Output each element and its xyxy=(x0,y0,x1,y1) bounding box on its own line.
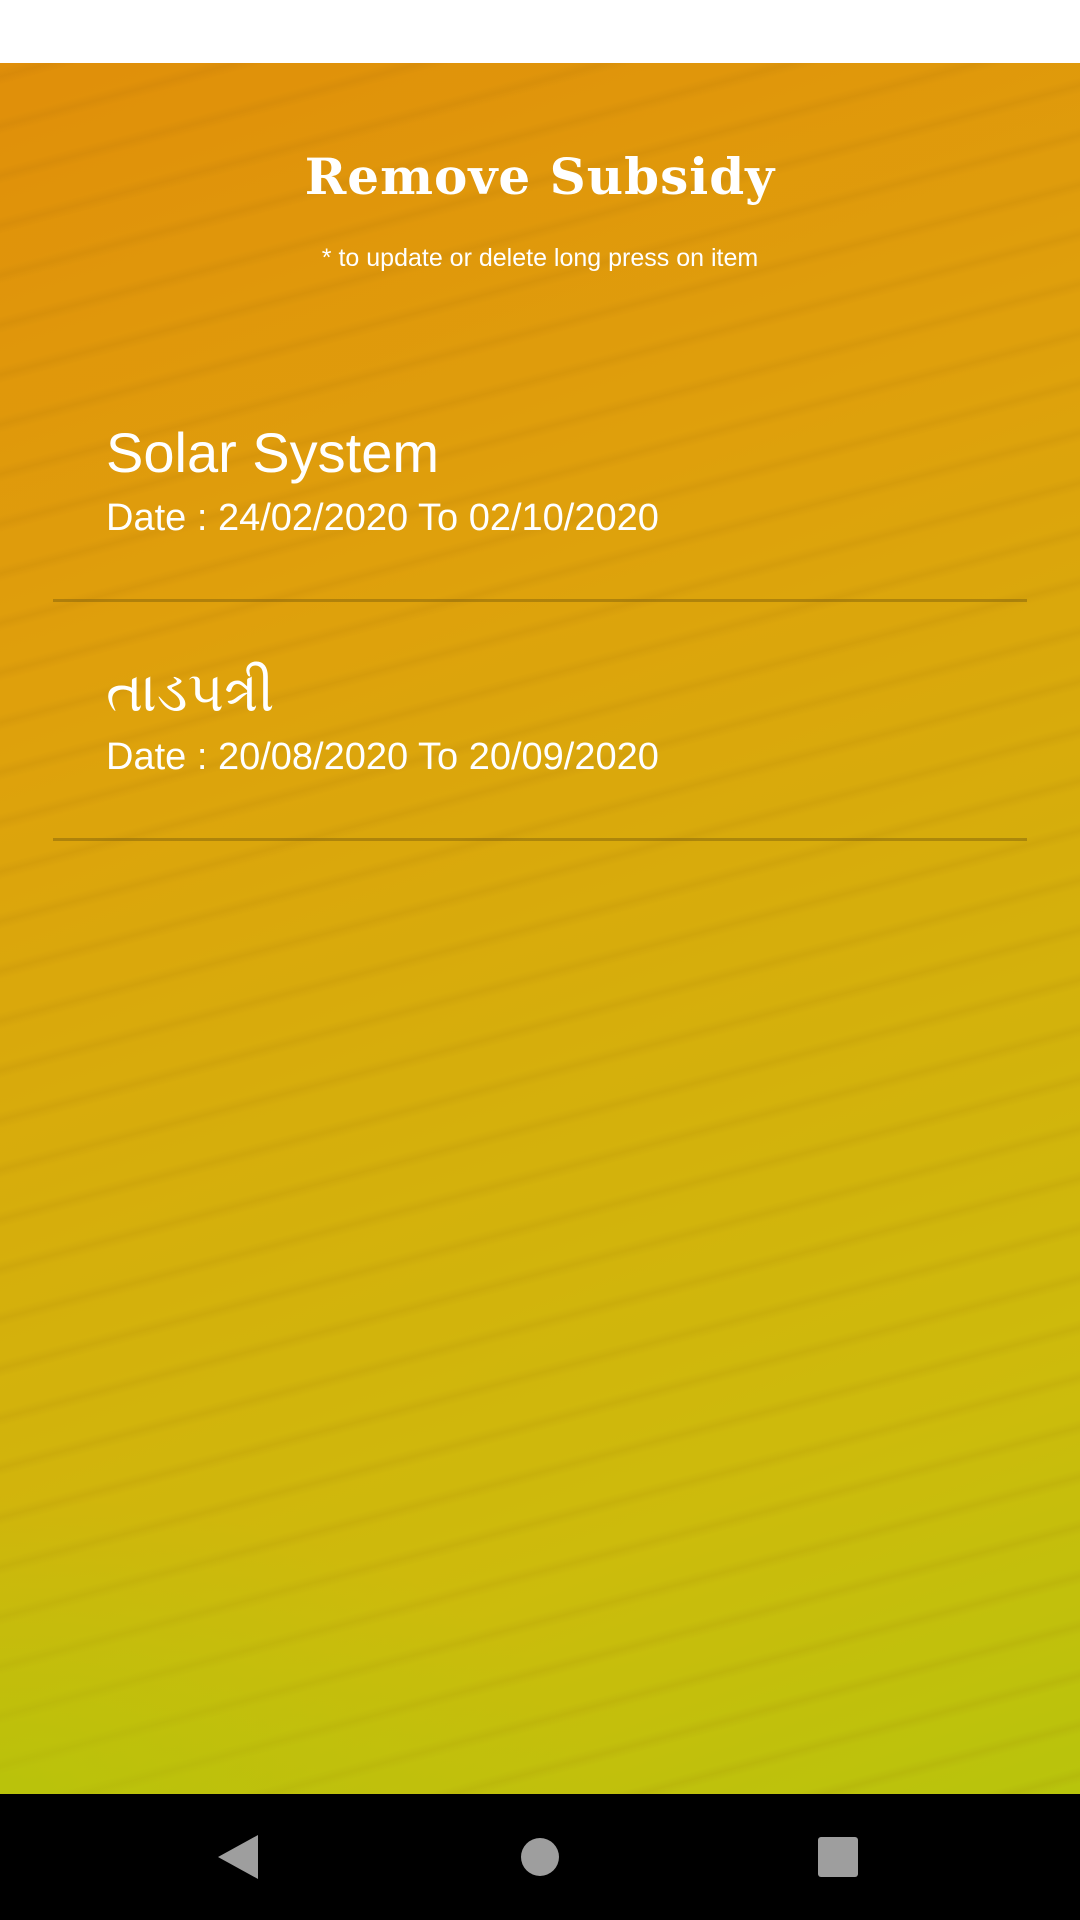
recents-square-icon xyxy=(818,1837,858,1877)
list-item[interactable]: તાડપત્રી Date : 20/08/2020 To 20/09/2020 xyxy=(53,602,1027,841)
subsidy-name: Solar System xyxy=(106,421,439,484)
recents-button[interactable] xyxy=(775,1794,901,1920)
subsidy-name: તાડપત્રી xyxy=(106,660,275,723)
list-item[interactable]: Solar System Date : 24/02/2020 To 02/10/… xyxy=(53,363,1027,602)
back-button[interactable] xyxy=(175,1794,301,1920)
screen: Remove Subsidy * to update or delete lon… xyxy=(0,0,1080,1920)
back-triangle-icon xyxy=(218,1835,258,1879)
subsidy-date: Date : 24/02/2020 To 02/10/2020 xyxy=(106,497,659,539)
main-content: Remove Subsidy * to update or delete lon… xyxy=(0,63,1080,1794)
subsidy-date: Date : 20/08/2020 To 20/09/2020 xyxy=(106,736,659,778)
subsidy-list: Solar System Date : 24/02/2020 To 02/10/… xyxy=(53,363,1027,841)
page-title: Remove Subsidy xyxy=(304,147,776,206)
navigation-bar xyxy=(0,1794,1080,1920)
home-button[interactable] xyxy=(477,1794,603,1920)
home-circle-icon xyxy=(521,1838,559,1876)
long-press-hint: * to update or delete long press on item xyxy=(321,244,759,272)
status-bar xyxy=(0,0,1080,63)
